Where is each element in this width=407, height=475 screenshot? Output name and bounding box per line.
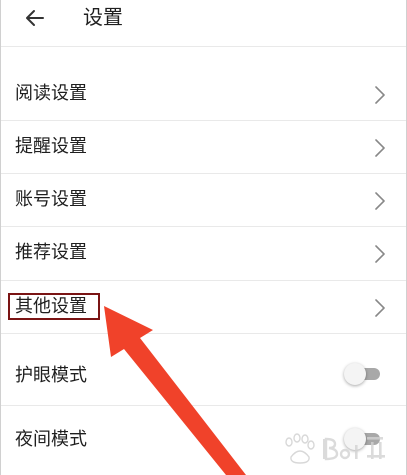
menu-item-label: 提醒设置 [15,136,87,157]
menu-item-label: 推荐设置 [15,242,87,263]
eye-protection-toggle[interactable] [344,363,382,385]
menu-item-recommendation-settings[interactable]: 推荐设置 [1,227,406,279]
menu-item-label: 账号设置 [15,189,87,210]
toggle-label: 夜间模式 [15,429,87,450]
page-title: 设置 [83,5,123,29]
toggle-knob [344,363,366,385]
chevron-right-icon [375,299,385,317]
header-bar: 设置 [1,0,406,45]
settings-page: 设置 阅读设置 提醒设置 账号设置 推荐设置 其他设置 护眼模式 夜间模式 [0,0,407,475]
chevron-right-icon [375,86,385,104]
chevron-right-icon [375,139,385,157]
header-divider [1,46,406,47]
menu-item-account-settings[interactable]: 账号设置 [1,174,406,226]
highlight-box [8,293,100,320]
chevron-right-icon [375,192,385,210]
row-divider [1,405,406,406]
toggle-row-eye-protection: 护眼模式 [1,350,406,402]
menu-item-label: 阅读设置 [15,83,87,104]
arrow-left-icon [26,10,44,26]
chevron-right-icon [375,245,385,263]
back-button[interactable] [23,6,47,30]
baidu-watermark-logo [285,433,385,464]
menu-item-reminder-settings[interactable]: 提醒设置 [1,121,406,173]
menu-item-reading-settings[interactable]: 阅读设置 [1,68,406,120]
row-divider [1,333,406,334]
toggle-label: 护眼模式 [15,365,87,386]
